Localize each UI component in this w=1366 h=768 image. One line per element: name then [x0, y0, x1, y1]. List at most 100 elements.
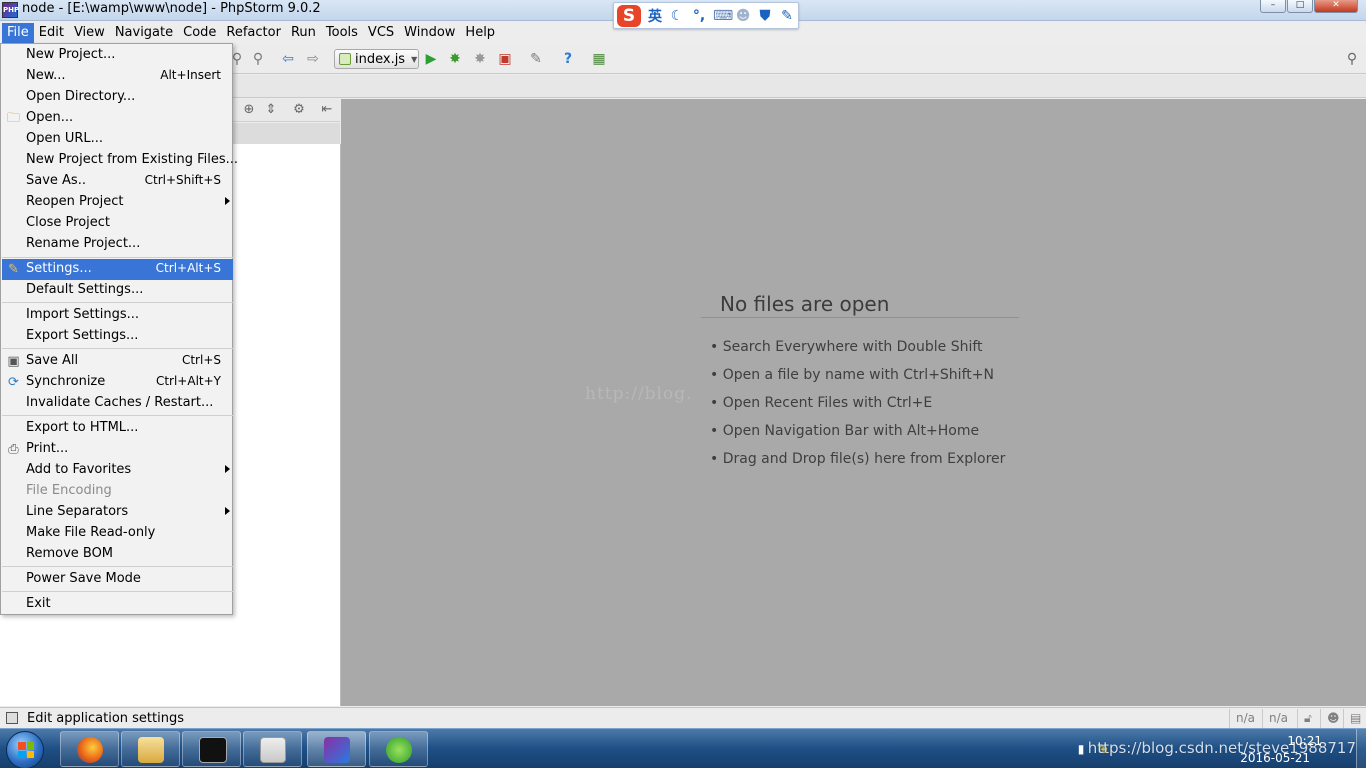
menu-item-open-directory[interactable]: Open Directory... [2, 87, 233, 108]
show-desktop-button[interactable] [1356, 729, 1366, 768]
menu-item-import-settings[interactable]: Import Settings... [2, 305, 233, 326]
ime-mode-toggle[interactable]: 英 [647, 6, 663, 26]
taskbar-firefox[interactable] [60, 731, 119, 767]
lock-icon[interactable]: 🔓︎ [1297, 709, 1318, 728]
maximize-button[interactable]: □ [1287, 0, 1313, 13]
menu-edit[interactable]: Edit [34, 23, 69, 43]
phpstorm-icon [324, 737, 350, 763]
menu-item-reopen-project[interactable]: Reopen Project [2, 192, 233, 213]
menu-item-exit[interactable]: Exit [2, 594, 233, 615]
menu-file[interactable]: File [2, 23, 34, 43]
menu-item-open-url[interactable]: Open URL... [2, 129, 233, 150]
menu-item-export-html[interactable]: Export to HTML... [2, 418, 233, 439]
tool-windows-toggle-icon[interactable] [6, 712, 18, 724]
menu-item-invalidate-caches[interactable]: Invalidate Caches / Restart... [2, 393, 233, 414]
minimize-button[interactable]: – [1260, 0, 1286, 13]
gear-icon[interactable]: ⚙ [291, 102, 307, 118]
run-configuration-select[interactable]: index.js ▼ [334, 49, 419, 69]
menu-run[interactable]: Run [286, 23, 321, 43]
help-icon[interactable]: ? [560, 51, 576, 67]
windows-taskbar: ▮ ⊕ https://blog.csdn.net/steve1988717 1… [0, 728, 1366, 768]
divider [701, 317, 1019, 318]
menu-item-remove-bom[interactable]: Remove BOM [2, 544, 233, 565]
menu-item-settings[interactable]: ✎ Settings... Ctrl+Alt+S [2, 259, 233, 280]
hide-panel-icon[interactable]: ⇤ [319, 102, 335, 118]
menu-item-rename-project[interactable]: Rename Project... [2, 234, 233, 255]
menu-code[interactable]: Code [178, 23, 221, 43]
hint-search-everywhere: • Search Everywhere with Double Shift [710, 339, 983, 355]
menu-item-new[interactable]: New... Alt+Insert [2, 66, 233, 87]
menu-item-add-to-favorites[interactable]: Add to Favorites [2, 460, 233, 481]
menu-refactor[interactable]: Refactor [221, 23, 286, 43]
sync-icon: ⟳ [8, 375, 19, 390]
menu-vcs[interactable]: VCS [363, 23, 399, 43]
close-button[interactable]: ✕ [1314, 0, 1358, 13]
event-log-icon[interactable]: ▤ [1343, 709, 1366, 728]
clock-date[interactable]: 2016-05-21 [1240, 751, 1310, 765]
print-icon: ⎙ [8, 442, 19, 457]
menu-tools[interactable]: Tools [321, 23, 363, 43]
save-icon: ▣ [7, 354, 20, 369]
menu-item-open[interactable]: 🗀 Open... [2, 108, 233, 129]
stop-icon[interactable]: ▣ [497, 51, 513, 67]
user-icon[interactable]: ☻ [735, 8, 751, 24]
scroll-from-source-icon[interactable]: ⊕ [241, 102, 257, 118]
menu-help[interactable]: Help [460, 23, 500, 43]
sogou-logo-icon[interactable]: S [617, 4, 641, 27]
debug-icon[interactable]: ✸ [447, 51, 463, 67]
plugin-icon[interactable]: ▦ [591, 51, 607, 67]
clipboard-icon[interactable]: ▮ [1074, 742, 1088, 756]
menu-item-line-separators[interactable]: Line Separators [2, 502, 233, 523]
project-tree-row[interactable] [233, 123, 340, 144]
menu-separator [2, 591, 233, 592]
taskbar-phpstorm[interactable] [307, 731, 366, 767]
coverage-icon[interactable]: ✸ [472, 51, 488, 67]
search-everywhere-icon[interactable]: ⚲ [1344, 51, 1360, 67]
menu-view[interactable]: View [69, 23, 110, 43]
taskbar-explorer[interactable] [121, 731, 180, 767]
taskbar-photo[interactable] [243, 731, 302, 767]
menu-item-save-all[interactable]: ▣ Save All Ctrl+S [2, 351, 233, 372]
menu-item-close-project[interactable]: Close Project [2, 213, 233, 234]
keyboard-icon[interactable]: ⌨ [713, 8, 733, 24]
clock-time[interactable]: 10:21 [1287, 734, 1322, 748]
taskbar-360[interactable] [369, 731, 428, 767]
menu-item-default-settings[interactable]: Default Settings... [2, 280, 233, 301]
wrench-icon[interactable]: ✎ [779, 8, 795, 24]
submenu-arrow-icon [225, 465, 230, 473]
shirt-icon[interactable]: ⛊ [757, 8, 773, 24]
replace-icon[interactable]: ⚲ [250, 51, 266, 67]
browser-360-icon [386, 737, 412, 763]
settings-wrench-icon[interactable]: ✎ [528, 51, 544, 67]
forward-arrow-icon[interactable]: ⇨ [305, 51, 321, 67]
moon-icon[interactable]: ☾ [669, 8, 685, 24]
menu-item-synchronize[interactable]: ⟳ Synchronize Ctrl+Alt+Y [2, 372, 233, 393]
run-icon[interactable]: ▶ [423, 51, 439, 67]
menu-item-save-as[interactable]: Save As.. Ctrl+Shift+S [2, 171, 233, 192]
window-controls: – □ ✕ [1259, 0, 1358, 13]
ime-toolbar[interactable]: S 英 ☾ °, ⌨ ☻ ⛊ ✎ [613, 2, 799, 29]
chevron-down-icon: ▼ [411, 54, 418, 64]
submenu-arrow-icon [225, 197, 230, 205]
start-button[interactable] [6, 731, 44, 768]
menu-item-export-settings[interactable]: Export Settings... [2, 326, 233, 347]
menu-item-file-encoding: File Encoding [26, 483, 112, 498]
menu-item-print[interactable]: ⎙ Print... [2, 439, 233, 460]
back-arrow-icon[interactable]: ⇦ [280, 51, 296, 67]
submenu-arrow-icon [225, 507, 230, 515]
menu-window[interactable]: Window [399, 23, 460, 43]
punctuation-icon[interactable]: °, [691, 8, 707, 24]
editor-empty-area[interactable]: No files are open • Search Everywhere wi… [341, 99, 1366, 706]
hint-navigation-bar: • Open Navigation Bar with Alt+Home [710, 423, 980, 439]
phpstorm-app-icon[interactable]: PHP [2, 2, 19, 18]
menu-item-new-project[interactable]: New Project... [2, 45, 233, 66]
status-encoding[interactable]: n/a [1262, 709, 1294, 728]
taskbar-cmd[interactable] [182, 731, 241, 767]
menu-item-make-read-only[interactable]: Make File Read-only [2, 523, 233, 544]
menu-item-power-save-mode[interactable]: Power Save Mode [2, 569, 233, 590]
menu-item-new-project-existing[interactable]: New Project from Existing Files... [2, 150, 238, 171]
menu-navigate[interactable]: Navigate [110, 23, 178, 43]
status-position[interactable]: n/a [1229, 709, 1261, 728]
collapse-all-icon[interactable]: ⇕ [263, 102, 279, 118]
inspector-icon[interactable]: ☻ [1320, 709, 1346, 728]
